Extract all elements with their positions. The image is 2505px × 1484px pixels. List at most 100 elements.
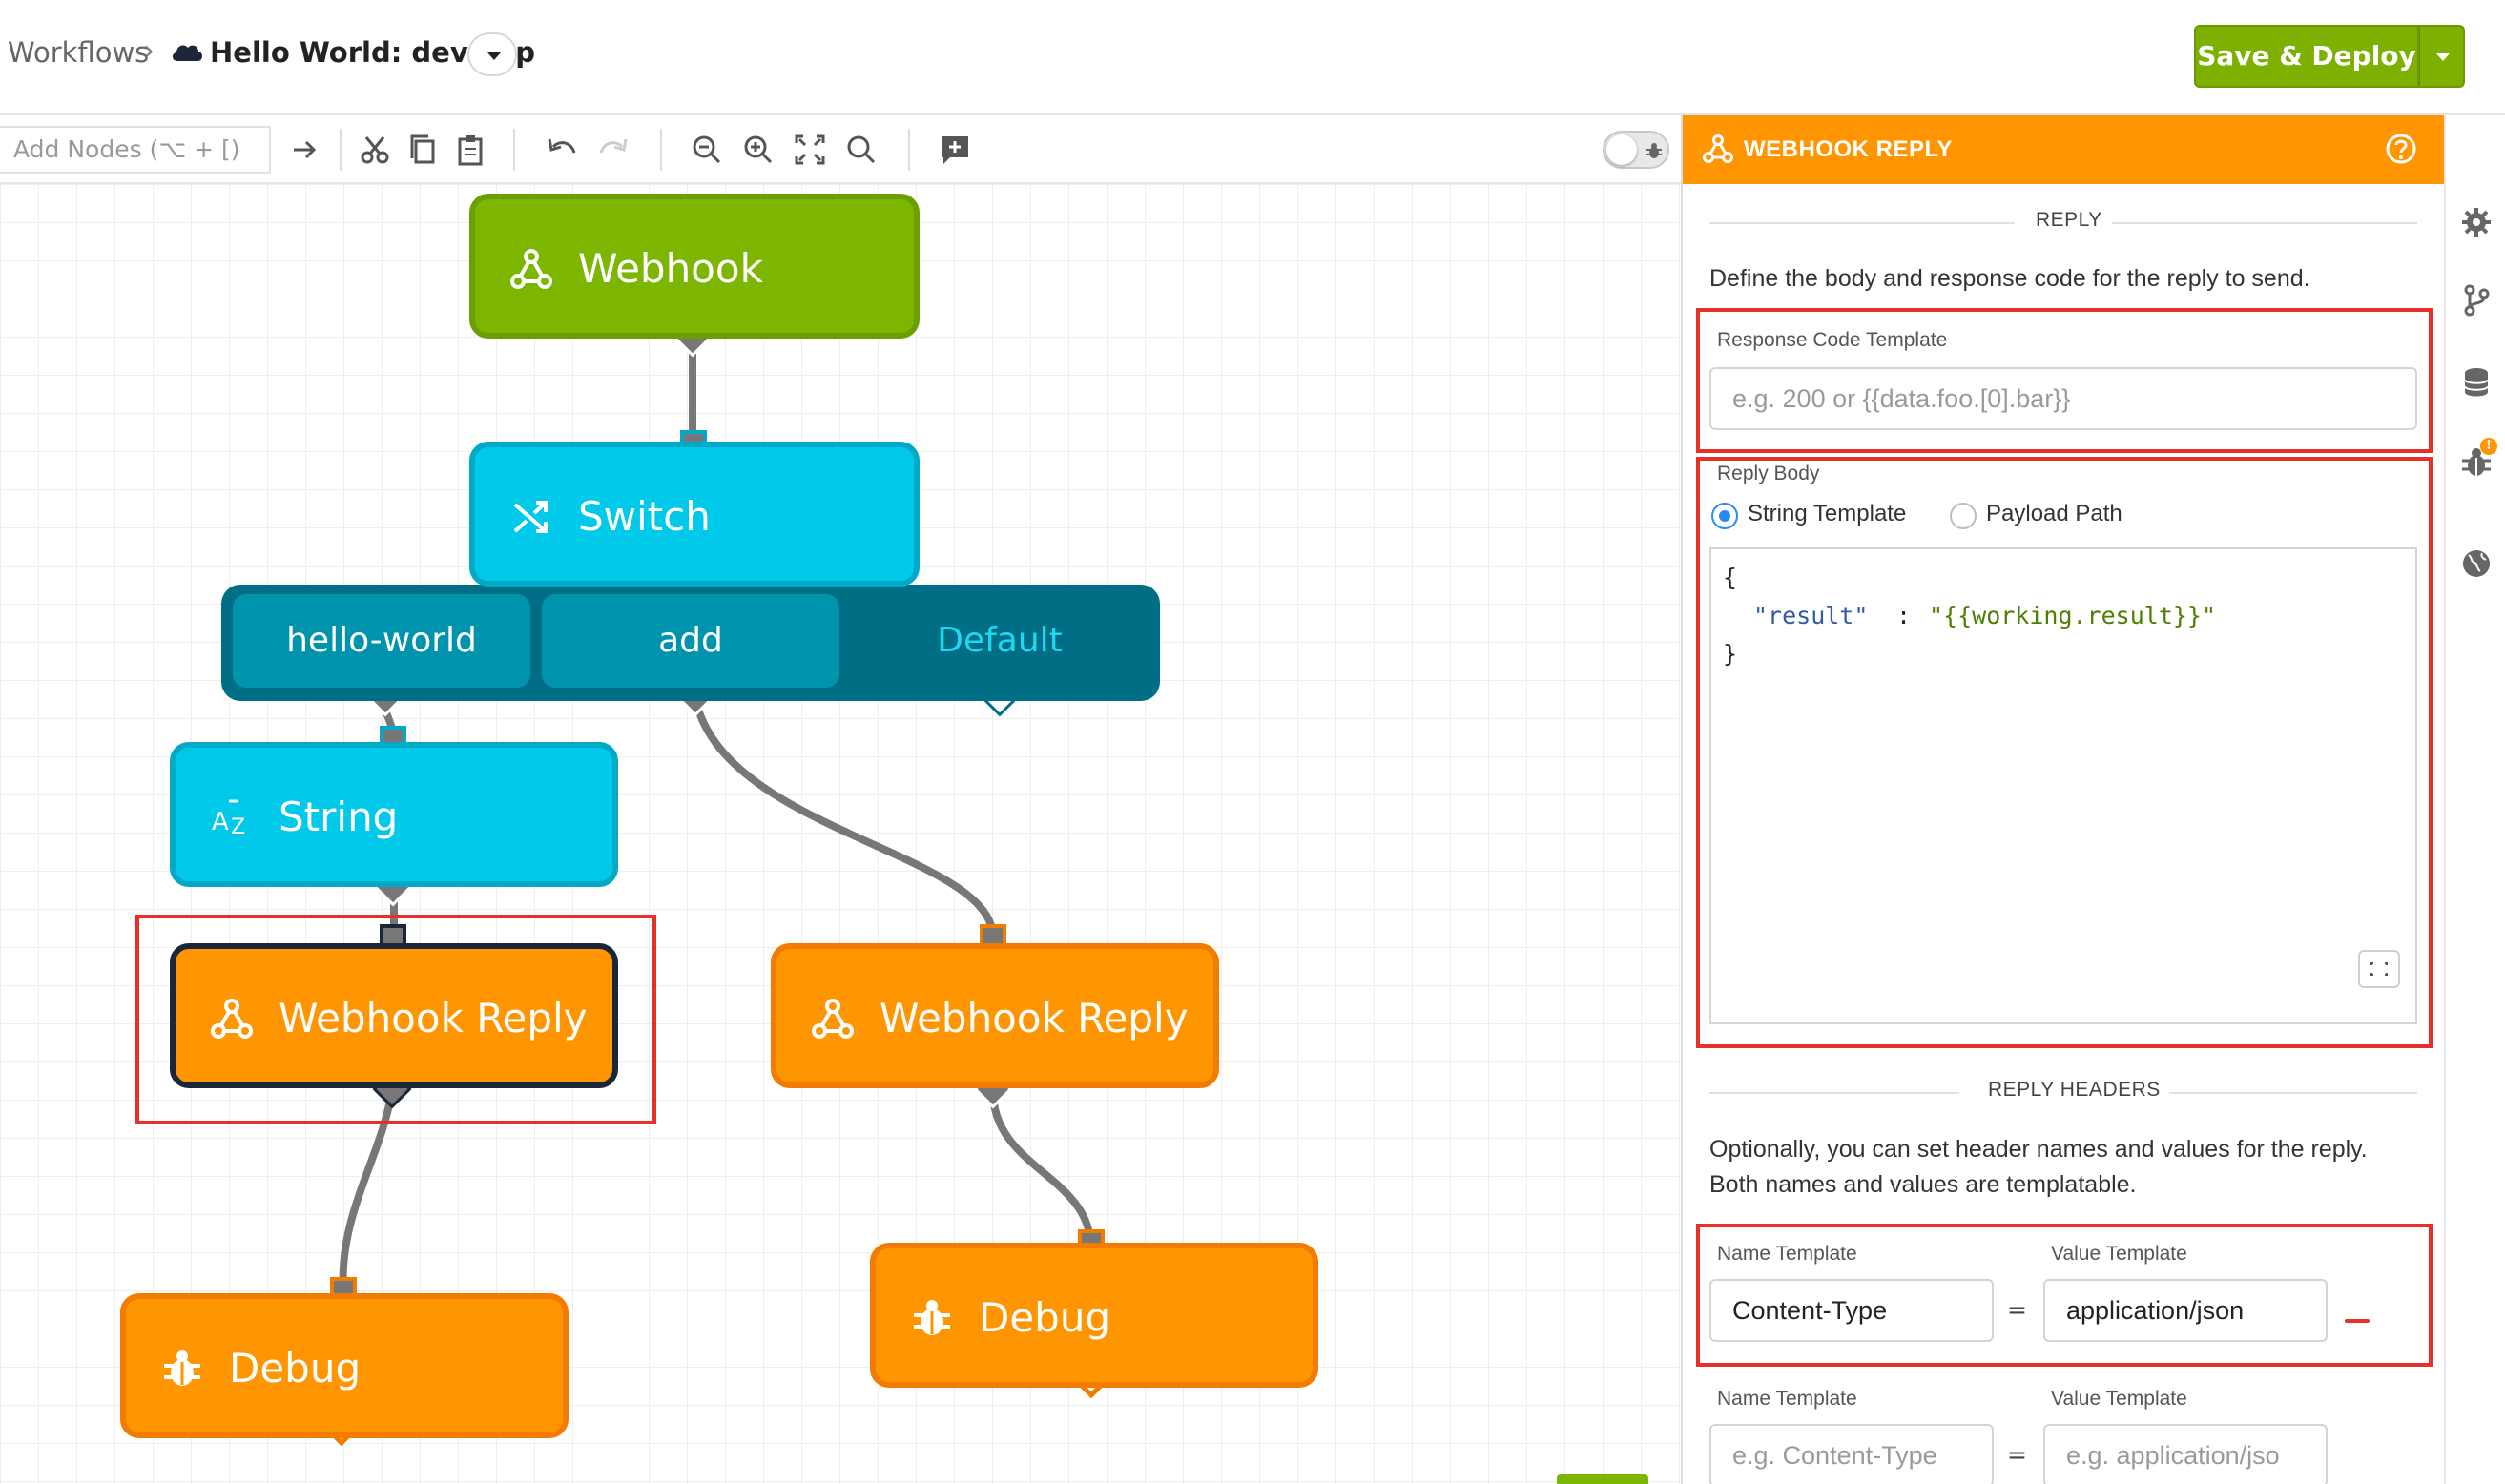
- section-title: REPLY HEADERS: [1988, 1079, 2161, 1101]
- node-label: Debug: [229, 1345, 362, 1391]
- radio-label: String Template: [1748, 501, 1907, 526]
- node-label: Webhook Reply: [279, 995, 588, 1041]
- code-key: "result": [1753, 602, 1869, 629]
- equals-sign: =: [2007, 1441, 2027, 1469]
- node-label: Webhook: [578, 245, 763, 292]
- switch-case-add[interactable]: add: [542, 594, 839, 688]
- name-template-label: Name Template: [1717, 1388, 1857, 1410]
- shuffle-icon: [513, 501, 548, 533]
- reply-description: Define the body and response code for th…: [1709, 265, 2310, 292]
- reply-body-code-editor[interactable]: { "result" : "{{working.result}}" }: [1709, 547, 2417, 1024]
- fit-icon[interactable]: [792, 132, 828, 168]
- comment-icon[interactable]: [937, 132, 973, 168]
- workflow-canvas[interactable]: Webhook Switch hello-world add Default A…: [0, 184, 1681, 1484]
- name-template-label: Name Template: [1717, 1243, 1857, 1265]
- header-value-input[interactable]: e.g. application/jso: [2043, 1424, 2328, 1484]
- node-label: Debug: [979, 1294, 1111, 1341]
- branch-icon[interactable]: [2459, 283, 2494, 318]
- copy-icon[interactable]: [404, 132, 441, 168]
- search-icon[interactable]: [843, 132, 880, 168]
- section-divider-reply: REPLY: [1709, 209, 2417, 237]
- panel-title: WEBHOOK REPLY: [1744, 136, 1953, 162]
- webhook-icon: [211, 999, 253, 1039]
- bug-notification-badge: !: [2480, 438, 2497, 455]
- remove-header-icon[interactable]: [2341, 1305, 2373, 1337]
- section-title: REPLY: [2036, 209, 2102, 231]
- radio-string-template[interactable]: [1711, 503, 1738, 529]
- undo-icon[interactable]: [544, 132, 580, 168]
- string-node[interactable]: AZ String: [170, 742, 618, 887]
- switch-node[interactable]: Switch: [469, 442, 920, 587]
- arrow-right-icon[interactable]: [286, 132, 322, 168]
- toolbar-divider: [513, 129, 515, 171]
- az-sort-icon: AZ: [212, 799, 245, 839]
- database-icon[interactable]: [2459, 365, 2494, 400]
- debug-toggle[interactable]: [1603, 131, 1669, 169]
- status-chip: [1557, 1474, 1648, 1484]
- radio-payload-path[interactable]: [1950, 503, 1977, 529]
- node-label: String: [279, 794, 399, 840]
- webhook-reply-node[interactable]: Webhook Reply: [771, 943, 1219, 1088]
- code-brace: }: [1723, 640, 1738, 668]
- value-template-label: Value Template: [2051, 1388, 2187, 1410]
- svg-text:A: A: [212, 808, 229, 836]
- side-rail: !: [2444, 115, 2505, 1484]
- value-template-label: Value Template: [2051, 1243, 2187, 1265]
- response-code-input[interactable]: e.g. 200 or {{data.foo.[0].bar}}: [1709, 367, 2417, 430]
- equals-sign: =: [2007, 1296, 2027, 1324]
- workflow-version-dropdown[interactable]: [467, 32, 517, 76]
- save-deploy-dropdown-button[interactable]: [2419, 25, 2465, 88]
- node-label: Webhook Reply: [880, 995, 1189, 1041]
- redo-icon[interactable]: [595, 132, 631, 168]
- bug-icon: [1646, 143, 1662, 158]
- help-icon[interactable]: [2385, 133, 2417, 165]
- node-properties-panel: WEBHOOK REPLY REPLY Define the body and …: [1681, 115, 2444, 1484]
- panel-header: WEBHOOK REPLY: [1683, 115, 2444, 184]
- webhook-icon: [812, 999, 854, 1039]
- breadcrumb-workflows-link[interactable]: Workflows: [8, 36, 149, 69]
- toolbar-divider: [660, 129, 662, 171]
- switch-case-default[interactable]: Default: [851, 594, 1149, 688]
- save-deploy-button[interactable]: Save & Deploy: [2194, 25, 2419, 88]
- gear-icon[interactable]: [2459, 205, 2494, 239]
- canvas-toolbar: Add Nodes (⌥ + [): [0, 115, 1681, 184]
- headers-description: Both names and values are templatable.: [1709, 1171, 2137, 1198]
- webhook-reply-node-selected[interactable]: Webhook Reply: [170, 943, 618, 1088]
- section-divider-headers: REPLY HEADERS: [1709, 1079, 2417, 1107]
- header-name-input[interactable]: e.g. Content-Type: [1709, 1424, 1994, 1484]
- toolbar-divider: [908, 129, 910, 171]
- debug-node[interactable]: Debug: [120, 1293, 569, 1438]
- response-code-label: Response Code Template: [1717, 329, 1948, 351]
- radio-label: Payload Path: [1986, 501, 2122, 526]
- bug-icon: [914, 1300, 950, 1335]
- node-label: Switch: [578, 493, 711, 540]
- svg-text:Z: Z: [231, 815, 245, 839]
- paste-icon[interactable]: [452, 132, 488, 168]
- expand-icon: [2370, 962, 2388, 976]
- reply-body-label: Reply Body: [1717, 463, 1820, 484]
- toolbar-divider: [340, 129, 342, 171]
- cut-icon[interactable]: [357, 132, 393, 168]
- webhook-node[interactable]: Webhook: [469, 194, 920, 339]
- code-value: "{{working.result}}": [1929, 602, 2217, 629]
- debug-node[interactable]: Debug: [870, 1243, 1318, 1388]
- header-value-input[interactable]: application/json: [2043, 1279, 2328, 1342]
- chevron-down-icon: [2436, 53, 2450, 61]
- headers-description: Optionally, you can set header names and…: [1709, 1136, 2368, 1163]
- chevron-down-icon: [487, 52, 501, 60]
- code-colon: :: [1896, 602, 1912, 629]
- breadcrumb-separator: ›: [143, 34, 155, 68]
- add-nodes-input[interactable]: Add Nodes (⌥ + [): [0, 126, 271, 174]
- switch-case-hello-world[interactable]: hello-world: [233, 594, 530, 688]
- globe-icon[interactable]: [2459, 546, 2494, 581]
- toggle-knob: [1606, 134, 1637, 165]
- zoom-out-icon[interactable]: [689, 132, 725, 168]
- header-name-input[interactable]: Content-Type: [1709, 1279, 1994, 1342]
- bug-icon: [164, 1350, 200, 1386]
- top-bar: Workflows › Hello World: develop Save & …: [0, 0, 2505, 115]
- expand-editor-button[interactable]: [2358, 950, 2400, 988]
- cloud-icon: [172, 45, 202, 61]
- zoom-in-icon[interactable]: [740, 132, 776, 168]
- webhook-icon: [510, 249, 552, 289]
- webhook-icon: [1703, 134, 1733, 163]
